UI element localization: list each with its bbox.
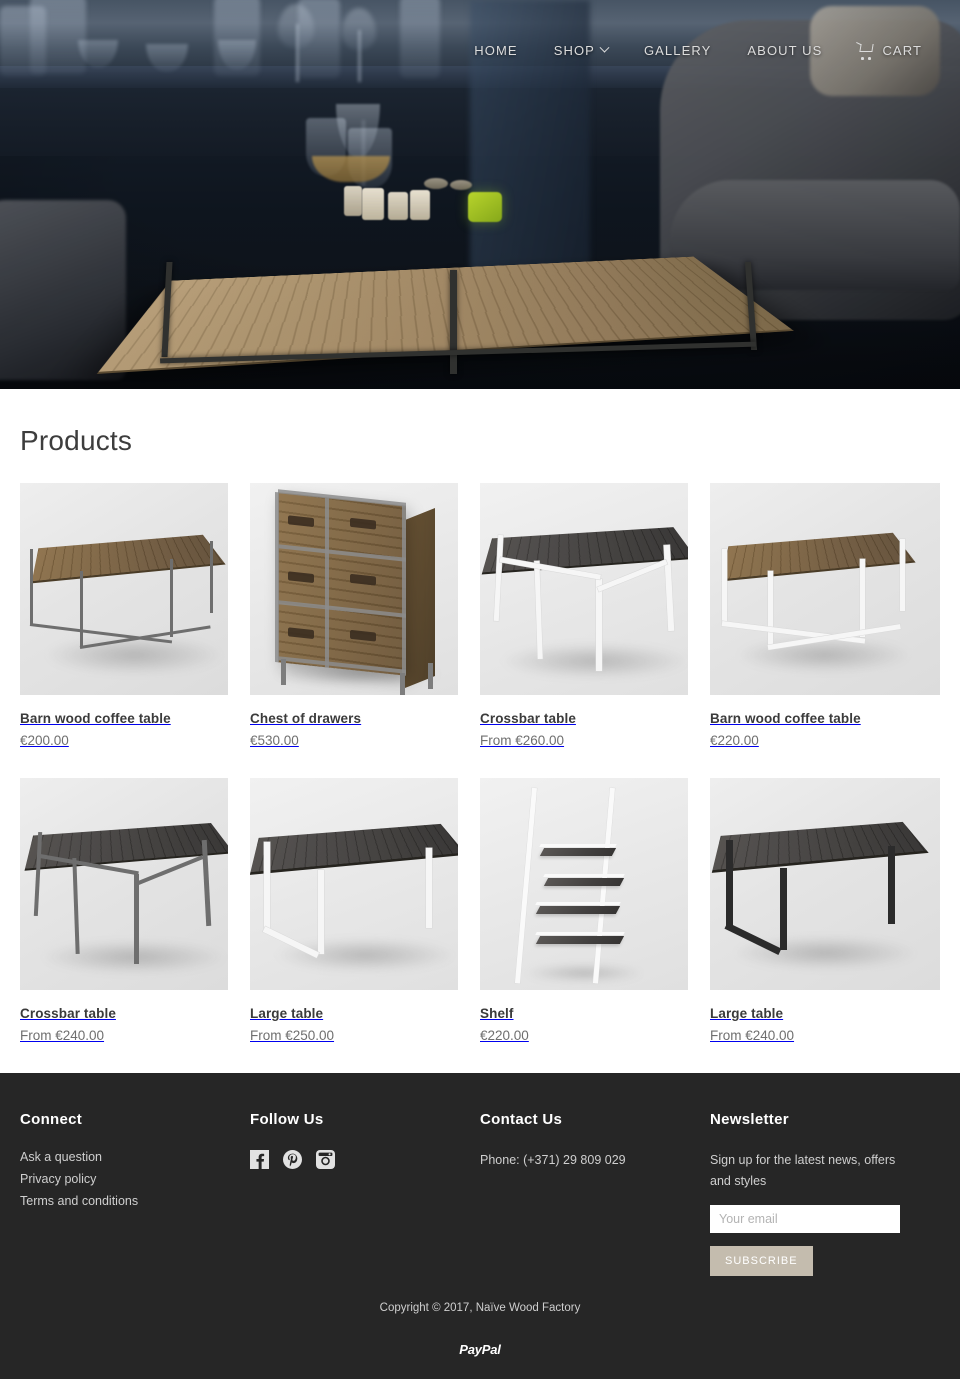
hero-left-chair (0, 200, 126, 380)
nav-item-label: HOME (474, 43, 518, 58)
site-footer: Connect Ask a question Privacy policy Te… (0, 1073, 960, 1379)
hero-candle (410, 190, 430, 220)
nav-item-label: CART (882, 43, 922, 58)
hero-wine-bowl (342, 8, 376, 50)
hero-coffee-table-legs (150, 262, 790, 374)
product-grid: Barn wood coffee table €200.00 Chest of … (20, 483, 940, 1073)
nav-item-label: ABOUT US (747, 43, 823, 58)
product-thumbnail (20, 483, 228, 695)
product-card[interactable]: Crossbar table From €260.00 (480, 483, 710, 748)
paypal-logo: PayPal (459, 1342, 501, 1358)
hero-candle (388, 192, 408, 220)
subscribe-button[interactable]: SUBSCRIBE (710, 1246, 813, 1277)
footer-phone: Phone: (+371) 29 809 029 (480, 1153, 626, 1167)
product-card[interactable]: Large table From €250.00 (250, 778, 480, 1043)
nav-item-label: SHOP (553, 43, 595, 58)
footer-columns: Connect Ask a question Privacy policy Te… (20, 1111, 940, 1277)
social-links (250, 1150, 456, 1169)
product-price: From €240.00 (20, 1028, 105, 1043)
product-price: €200.00 (20, 733, 69, 748)
footer-link-privacy-policy[interactable]: Privacy policy (20, 1172, 226, 1186)
product-thumbnail (480, 483, 688, 695)
product-price: From €250.00 (250, 1028, 335, 1043)
product-card[interactable]: Crossbar table From €240.00 (20, 778, 250, 1043)
product-card[interactable]: Barn wood coffee table €220.00 (710, 483, 940, 748)
newsletter-email-input[interactable] (710, 1205, 900, 1234)
product-title: Shelf (480, 1006, 514, 1021)
product-card[interactable]: Large table From €240.00 (710, 778, 940, 1043)
product-title: Large table (250, 1006, 324, 1021)
product-price: €220.00 (480, 1028, 529, 1043)
hero-candle (362, 188, 384, 220)
nav-item-cart[interactable]: CART (840, 37, 940, 64)
facebook-icon[interactable] (250, 1150, 269, 1169)
shopping-cart-icon (856, 41, 875, 60)
product-thumbnail (710, 778, 940, 990)
product-thumbnail (710, 483, 940, 695)
nav-item-gallery[interactable]: GALLERY (626, 37, 729, 64)
footer-link-terms-and-conditions[interactable]: Terms and conditions (20, 1194, 226, 1208)
footer-heading-newsletter: Newsletter (710, 1111, 789, 1128)
payment-methods: PayPal (20, 1324, 940, 1379)
nav-item-about-us[interactable]: ABOUT US (729, 37, 840, 64)
products-section: Products Barn wood coffee table €200.00 (0, 389, 960, 1073)
hero-candle (344, 186, 362, 216)
main-navigation[interactable]: HOME SHOP GALLERY ABOUT US CART (456, 37, 940, 64)
product-price: €530.00 (250, 733, 299, 748)
nav-item-shop[interactable]: SHOP (536, 37, 626, 64)
footer-column-follow: Follow Us (250, 1111, 480, 1276)
copyright-text: Copyright © 2017, Naïve Wood Factory (379, 1302, 581, 1315)
newsletter-description: Sign up for the latest news, offers and … (710, 1153, 896, 1188)
product-thumbnail (480, 778, 688, 990)
product-thumbnail (20, 778, 228, 990)
nav-item-label: GALLERY (643, 43, 712, 58)
footer-column-connect: Connect Ask a question Privacy policy Te… (20, 1111, 250, 1276)
hero-wine-bowl (278, 4, 314, 48)
product-title: Chest of drawers (250, 711, 362, 726)
footer-heading-connect: Connect (20, 1111, 83, 1128)
product-card[interactable]: Chest of drawers €530.00 (250, 483, 480, 748)
product-title: Crossbar table (480, 711, 576, 726)
product-title: Barn wood coffee table (710, 711, 861, 726)
hero-tealight (450, 180, 472, 190)
hero-banner: HOME SHOP GALLERY ABOUT US CART (0, 0, 960, 389)
product-price: €220.00 (710, 733, 759, 748)
product-thumbnail (250, 778, 458, 990)
nav-item-home[interactable]: HOME (456, 37, 535, 64)
hero-tealight (424, 178, 448, 189)
instagram-icon[interactable] (316, 1150, 335, 1169)
hero-green-candle (468, 192, 502, 222)
pinterest-icon[interactable] (283, 1150, 302, 1169)
footer-column-newsletter: Newsletter Sign up for the latest news, … (710, 1111, 940, 1277)
product-title: Crossbar table (20, 1006, 116, 1021)
footer-link-ask-a-question[interactable]: Ask a question (20, 1150, 226, 1164)
footer-column-contact: Contact Us Phone: (+371) 29 809 029 (480, 1111, 710, 1276)
hero-jar (30, 0, 86, 74)
footer-heading-contact-us: Contact Us (480, 1111, 563, 1128)
product-price: From €240.00 (710, 1028, 795, 1043)
product-title: Barn wood coffee table (20, 711, 171, 726)
product-price: From €260.00 (480, 733, 565, 748)
product-thumbnail (250, 483, 458, 695)
product-title: Large table (710, 1006, 784, 1021)
hero-jar (400, 0, 440, 78)
product-card[interactable]: Barn wood coffee table €200.00 (20, 483, 250, 748)
page-title: Products (20, 425, 133, 456)
product-card[interactable]: Shelf €220.00 (480, 778, 710, 1043)
footer-heading-follow-us: Follow Us (250, 1111, 324, 1128)
chevron-down-icon (599, 42, 610, 53)
footer-bottom: Copyright © 2017, Naïve Wood Factory (20, 1276, 940, 1324)
